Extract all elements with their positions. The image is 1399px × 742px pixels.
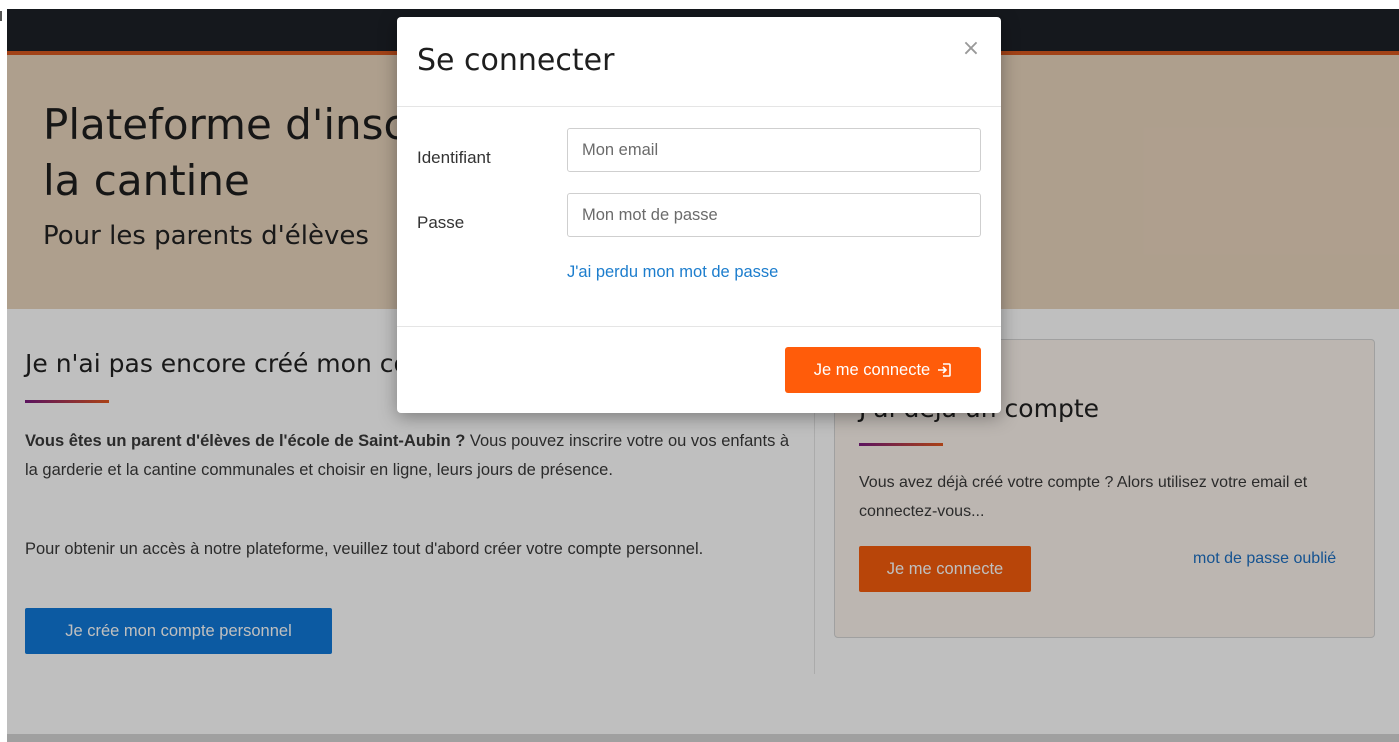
sign-in-icon — [938, 363, 952, 377]
close-icon[interactable]: × — [961, 37, 981, 61]
page: Plateforme d'inscription à la garderie e… — [7, 9, 1399, 742]
corner-mark — [0, 11, 2, 21]
modal-footer: Je me connecte — [397, 326, 1001, 414]
modal-header: Se connecter × — [397, 17, 1001, 107]
identifiant-label: Identifiant — [417, 148, 491, 167]
password-label: Passe — [417, 213, 465, 232]
lost-password-link[interactable]: J'ai perdu mon mot de passe — [567, 263, 778, 282]
password-input[interactable] — [567, 193, 981, 237]
login-submit-button[interactable]: Je me connecte — [785, 347, 981, 393]
modal-title: Se connecter — [417, 43, 615, 78]
login-modal: Se connecter × Identifiant Passe J'ai pe… — [397, 17, 1001, 413]
login-submit-label: Je me connecte — [813, 360, 931, 379]
email-input[interactable] — [567, 128, 981, 172]
